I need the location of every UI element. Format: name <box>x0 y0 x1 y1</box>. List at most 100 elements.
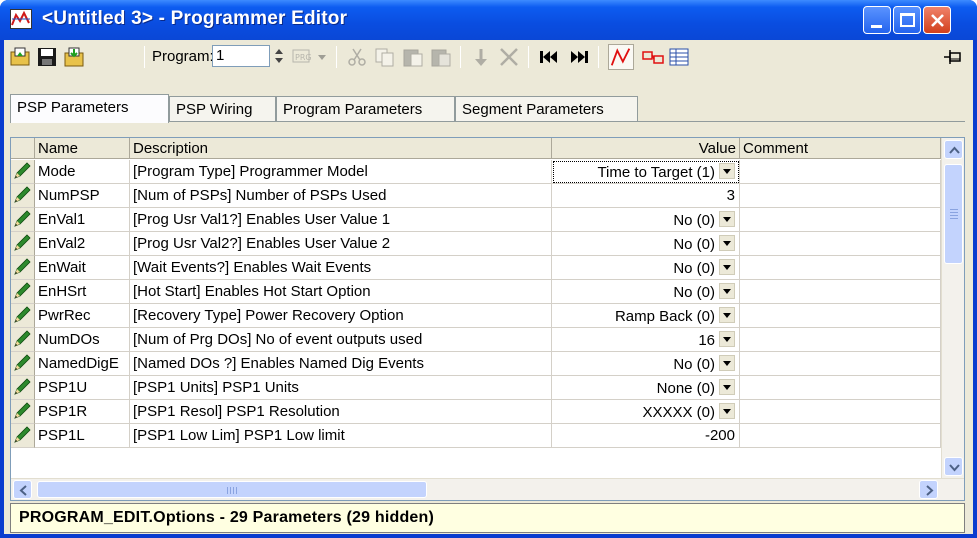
paste-special-icon[interactable] <box>430 47 452 67</box>
parameter-name[interactable]: Mode <box>35 160 130 184</box>
table-row[interactable]: PSP1U [PSP1 Units] PSP1 Units None (0) <box>11 376 941 400</box>
horizontal-scroll-thumb[interactable] <box>37 481 427 498</box>
copy-icon[interactable] <box>374 47 396 67</box>
table-row[interactable]: EnVal2 [Prog Usr Val2?] Enables User Valu… <box>11 232 941 256</box>
parameter-value-field[interactable]: -200 <box>552 424 740 448</box>
wiring-icon[interactable] <box>642 47 664 67</box>
paste-icon[interactable] <box>402 47 424 67</box>
save-as-icon[interactable] <box>63 47 85 67</box>
parameter-comment[interactable] <box>740 256 941 280</box>
minimize-button[interactable] <box>863 6 891 34</box>
parameter-value-select[interactable]: No (0) <box>552 208 740 232</box>
parameter-name[interactable]: PSP1L <box>35 424 130 448</box>
insert-icon[interactable] <box>470 47 492 67</box>
column-header-description[interactable]: Description <box>130 138 552 159</box>
program-number-input[interactable]: 1 <box>212 45 270 67</box>
dropdown-arrow-icon[interactable] <box>719 331 735 347</box>
parameter-comment[interactable] <box>740 328 941 352</box>
spin-down-icon[interactable] <box>275 58 283 63</box>
parameter-comment[interactable] <box>740 184 941 208</box>
open-icon[interactable] <box>9 47 31 67</box>
tab-psp-parameters[interactable]: PSP Parameters <box>10 94 169 123</box>
parameter-value-select[interactable]: No (0) <box>552 232 740 256</box>
table-row[interactable]: EnWait [Wait Events?] Enables Wait Events… <box>11 256 941 280</box>
scroll-down-button[interactable] <box>944 457 963 476</box>
program-spinner[interactable] <box>272 45 286 67</box>
table-row[interactable]: NumDOs [Num of Prg DOs] No of event outpu… <box>11 328 941 352</box>
parameter-value-select[interactable]: Ramp Back (0) <box>552 304 740 328</box>
parameter-name[interactable]: EnHSrt <box>35 280 130 304</box>
parameter-name[interactable]: NamedDigE <box>35 352 130 376</box>
chevron-down-icon[interactable] <box>317 54 327 62</box>
pin-icon[interactable] <box>942 47 964 67</box>
column-header-value[interactable]: Value <box>552 138 740 159</box>
parameter-value-field[interactable]: 3 <box>552 184 740 208</box>
maximize-button[interactable] <box>893 6 921 34</box>
parameter-name[interactable]: NumDOs <box>35 328 130 352</box>
table-row[interactable]: PSP1R [PSP1 Resol] PSP1 Resolution XXXXX (… <box>11 400 941 424</box>
save-icon[interactable] <box>36 47 58 67</box>
parameter-name[interactable]: PSP1R <box>35 400 130 424</box>
dropdown-arrow-icon[interactable] <box>719 403 735 419</box>
table-row[interactable]: EnHSrt [Hot Start] Enables Hot Start Opti… <box>11 280 941 304</box>
scroll-left-button[interactable] <box>13 480 32 499</box>
parameter-value: XXXXX (0) <box>642 404 715 421</box>
parameter-value-select[interactable]: 16 <box>552 328 740 352</box>
table-row[interactable]: NumPSP [Num of PSPs] Number of PSPs Used 3 <box>11 184 941 208</box>
close-button[interactable] <box>923 6 951 34</box>
parameter-comment[interactable] <box>740 424 941 448</box>
table-row[interactable]: PwrRec [Recovery Type] Power Recovery Opt… <box>11 304 941 328</box>
title-bar[interactable]: <Untitled 3> - Programmer Editor <box>0 0 977 40</box>
parameter-value-select[interactable]: Time to Target (1) <box>552 160 740 184</box>
dropdown-arrow-icon[interactable] <box>719 259 735 275</box>
parameter-name[interactable]: NumPSP <box>35 184 130 208</box>
parameter-value-select[interactable]: XXXXX (0) <box>552 400 740 424</box>
parameter-name[interactable]: EnWait <box>35 256 130 280</box>
parameter-name[interactable]: PwrRec <box>35 304 130 328</box>
dropdown-arrow-icon[interactable] <box>719 283 735 299</box>
last-icon[interactable] <box>568 47 590 67</box>
column-header-comment[interactable]: Comment <box>740 138 941 159</box>
first-icon[interactable] <box>538 47 560 67</box>
program-select-icon[interactable]: PRG <box>292 47 314 67</box>
cut-icon[interactable] <box>346 47 368 67</box>
dropdown-arrow-icon[interactable] <box>719 355 735 371</box>
dropdown-arrow-icon[interactable] <box>719 307 735 323</box>
delete-icon[interactable] <box>498 47 520 67</box>
horizontal-scrollbar[interactable] <box>11 478 964 500</box>
parameter-comment[interactable] <box>740 352 941 376</box>
parameter-value-select[interactable]: No (0) <box>552 352 740 376</box>
parameter-value-select[interactable]: No (0) <box>552 256 740 280</box>
table-icon[interactable] <box>668 47 690 67</box>
parameter-name[interactable]: PSP1U <box>35 376 130 400</box>
spin-up-icon[interactable] <box>275 49 283 54</box>
table-row[interactable]: NamedDigE [Named DOs ?] Enables Named Dig… <box>11 352 941 376</box>
table-row[interactable]: EnVal1 [Prog Usr Val1?] Enables User Valu… <box>11 208 941 232</box>
table-row[interactable]: PSP1L [PSP1 Low Lim] PSP1 Low limit -200 <box>11 424 941 448</box>
vertical-scroll-thumb[interactable] <box>944 164 963 264</box>
dropdown-arrow-icon[interactable] <box>719 235 735 251</box>
scroll-up-button[interactable] <box>944 140 963 159</box>
parameter-comment[interactable] <box>740 208 941 232</box>
tab-psp-wiring[interactable]: PSP Wiring <box>169 96 276 122</box>
parameter-comment[interactable] <box>740 400 941 424</box>
parameter-comment[interactable] <box>740 280 941 304</box>
parameter-comment[interactable] <box>740 304 941 328</box>
dropdown-arrow-icon[interactable] <box>719 211 735 227</box>
parameter-name[interactable]: EnVal2 <box>35 232 130 256</box>
column-header-name[interactable]: Name <box>35 138 130 159</box>
dropdown-arrow-icon[interactable] <box>719 163 735 179</box>
scroll-right-button[interactable] <box>919 480 938 499</box>
dropdown-arrow-icon[interactable] <box>719 379 735 395</box>
parameter-name[interactable]: EnVal1 <box>35 208 130 232</box>
parameter-value-select[interactable]: No (0) <box>552 280 740 304</box>
table-row[interactable]: Mode [Program Type] Programmer Model Time … <box>11 160 941 184</box>
parameter-comment[interactable] <box>740 160 941 184</box>
tab-program-parameters[interactable]: Program Parameters <box>276 96 455 122</box>
parameter-comment[interactable] <box>740 232 941 256</box>
graph-icon[interactable] <box>608 44 634 70</box>
tab-segment-parameters[interactable]: Segment Parameters <box>455 96 638 122</box>
parameter-comment[interactable] <box>740 376 941 400</box>
parameter-value-select[interactable]: None (0) <box>552 376 740 400</box>
vertical-scrollbar[interactable] <box>941 138 964 478</box>
